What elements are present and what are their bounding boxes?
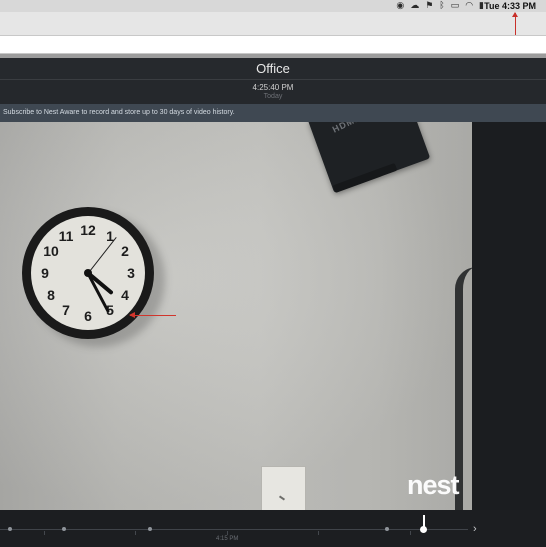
switch-toggle — [278, 495, 286, 501]
clock-number: 8 — [47, 287, 55, 303]
airplay-icon[interactable]: ▭ — [451, 0, 460, 12]
clock-number: 12 — [80, 222, 96, 238]
wifi-icon[interactable]: ◠ — [465, 0, 473, 12]
flag-icon[interactable]: ⚑ — [425, 0, 433, 12]
timeline-marker[interactable] — [148, 527, 152, 531]
browser-toolbar — [0, 12, 546, 36]
camera-title: Office — [256, 61, 290, 76]
timeline-tick — [135, 531, 136, 535]
wall-clock-image: 12 1 2 3 4 5 6 7 8 9 10 11 — [22, 207, 154, 339]
timeline-time-label: 4:15 PM — [216, 536, 239, 542]
light-switch-plate — [261, 466, 306, 510]
browser-address-bar[interactable] — [0, 36, 546, 54]
clock-number: 9 — [41, 265, 49, 281]
mac-menubar: ◉ ☁ ⚑ ᛒ ▭ ◠ ▮ Tue 4:33 PM — [0, 0, 546, 12]
timeline-marker[interactable] — [385, 527, 389, 531]
monitor-label: HDMI — [330, 122, 360, 135]
right-dark-panel — [472, 122, 546, 510]
clock-hub — [84, 269, 92, 277]
menubar-status-icons: ◉ ☁ ⚑ ᛒ ▭ ◠ ▮ — [396, 0, 484, 12]
playhead-handle[interactable] — [420, 526, 427, 533]
clock-number: 4 — [121, 287, 129, 303]
clock-number: 7 — [62, 302, 70, 318]
bluetooth-icon[interactable]: ᛒ — [439, 0, 444, 12]
timeline-tick — [44, 531, 45, 535]
timeline-marker[interactable] — [8, 527, 12, 531]
camera-header: Office — [0, 58, 546, 80]
live-time-bar: 4:25:40 PM Today — [0, 80, 546, 104]
annotation-arrow-wall-clock — [129, 312, 176, 318]
banner-text: Subscribe to Nest Aware to record and st… — [3, 109, 235, 116]
clock-face: 12 1 2 3 4 5 6 7 8 9 10 11 — [31, 216, 145, 330]
clock-number: 2 — [121, 243, 129, 259]
timeline-tick — [410, 531, 411, 535]
shield-icon[interactable]: ◉ — [396, 0, 404, 12]
nest-watermark-logo: nest — [407, 470, 460, 500]
live-time: 4:25:40 PM — [252, 83, 294, 92]
live-day: Today — [263, 93, 283, 100]
clock-number: 10 — [43, 243, 59, 259]
timeline-marker[interactable] — [62, 527, 66, 531]
menubar-clock[interactable]: Tue 4:33 PM — [484, 0, 536, 12]
nest-aware-banner[interactable]: Subscribe to Nest Aware to record and st… — [0, 104, 546, 122]
chevron-right-icon[interactable]: › — [473, 522, 477, 536]
annotation-arrow-clock — [512, 12, 518, 35]
history-timeline[interactable]: 4:15 PM › — [0, 510, 546, 547]
clock-number: 6 — [84, 308, 92, 324]
clock-number: 3 — [127, 265, 135, 281]
camera-video-feed[interactable]: HDMI 12 1 2 3 4 5 6 7 8 9 10 11 nest — [0, 122, 472, 510]
timeline-tick — [318, 531, 319, 535]
timeline-track[interactable] — [0, 529, 468, 530]
timeline-tick — [227, 531, 228, 535]
cloud-icon[interactable]: ☁ — [410, 0, 419, 12]
clock-number: 11 — [58, 228, 74, 244]
